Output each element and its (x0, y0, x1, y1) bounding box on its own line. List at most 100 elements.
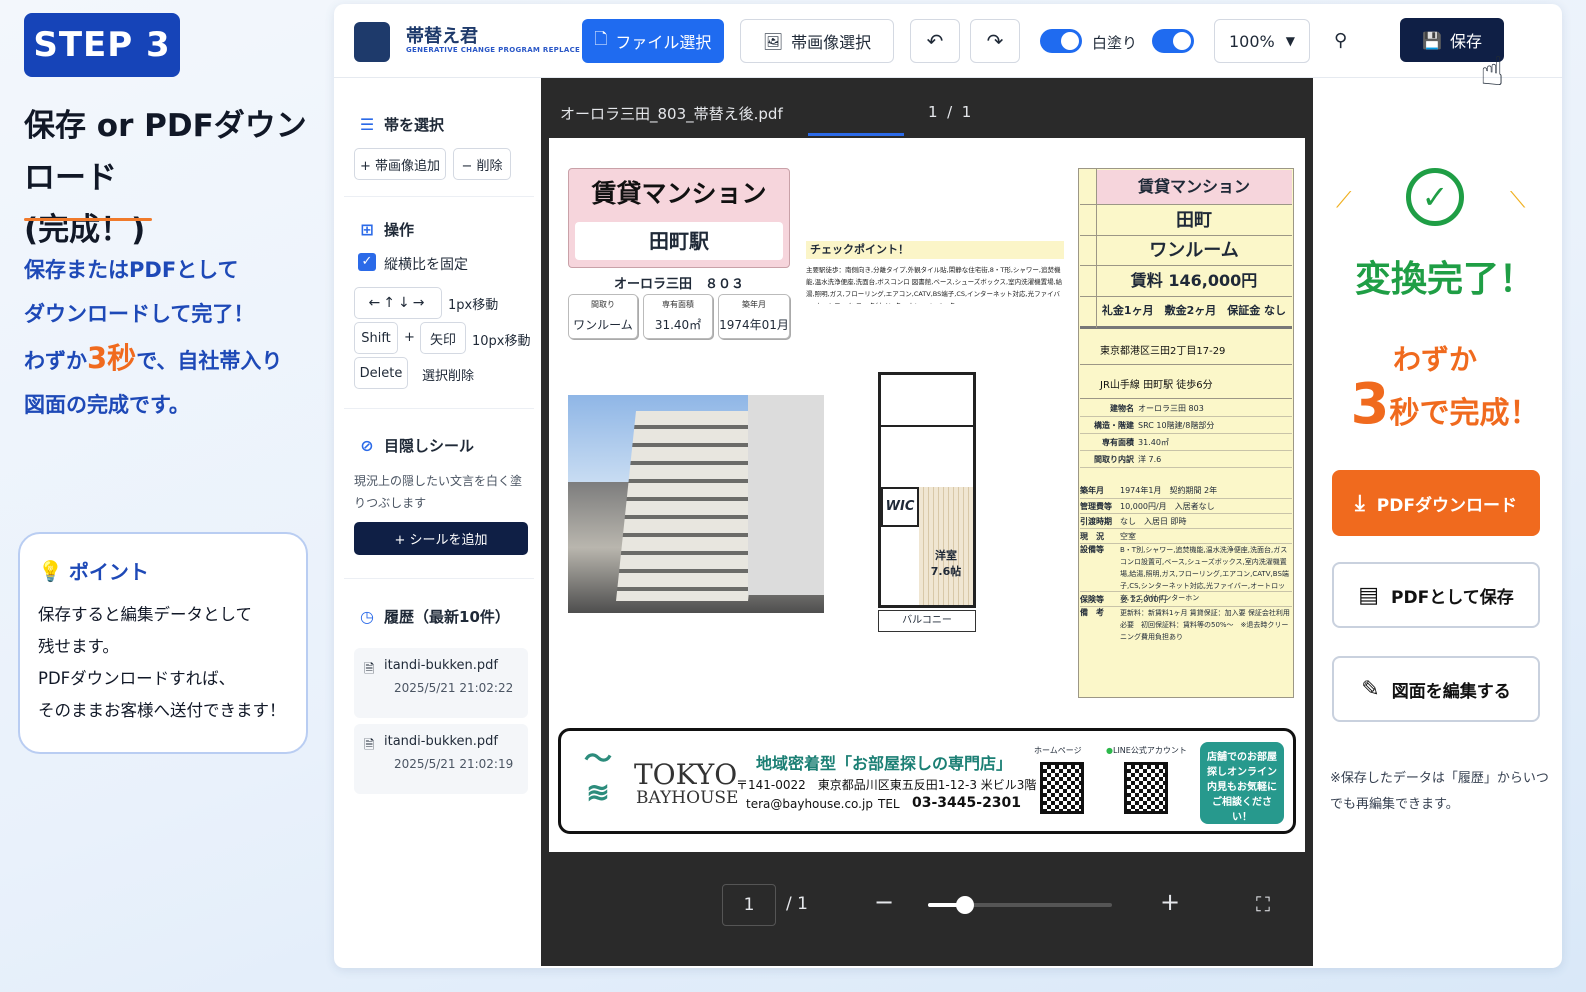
seal-section-header: ⊘ 目隠しシール (358, 435, 474, 456)
zoom-slider-track[interactable] (928, 896, 1112, 914)
chevron-down-icon: ▼ (1285, 34, 1295, 48)
pointer-hand-icon: ☝ (1480, 49, 1505, 95)
pdf-info-address: 東京都港区三田2丁目17-29 (1100, 346, 1226, 357)
pdf-info-type: 賃貸マンション (1096, 170, 1292, 204)
undo-button[interactable]: ↶ (910, 19, 960, 63)
whiteout-toggle[interactable] (1152, 29, 1194, 53)
zoom-slider-handle[interactable] (955, 896, 974, 914)
toggle-1[interactable] (1040, 29, 1082, 53)
redo-button[interactable]: ↷ (970, 19, 1020, 63)
grid-icon: ⊞ (360, 220, 374, 239)
bayhouse-logo-icon: 〜 ≋ (583, 742, 612, 809)
app-logo-icon (354, 22, 390, 62)
pdf-info-terms: 礼金1ヶ月 敷金2ヶ月 保証金 なし (1101, 304, 1287, 317)
point-card: 💡 ポイント 保存すると編集データとして 残せます。 PDFダウンロードすれば、… (18, 532, 308, 754)
line-icon: ● (1106, 746, 1113, 755)
page-input[interactable]: 1 (722, 884, 776, 926)
redo-icon: ↷ (986, 29, 1004, 53)
pdf-info-access: JR山手線 田町駅 徒歩6分 (1100, 380, 1213, 391)
seal-description: 現況上の隠したい文言を白く塗りつぶします (354, 474, 523, 510)
delete-selected-label: 選択削除 (422, 369, 475, 384)
pdf-spec-card: 築年月 1974年01月 (718, 294, 790, 339)
delete-key: Delete (354, 357, 408, 389)
move-10px-label: 10px移動 (472, 334, 531, 349)
fp-balcony: バルコニー (878, 610, 976, 632)
history-item[interactable]: 🗎 itandi-bukken.pdf 2025/5/21 21:02:19 (354, 724, 528, 794)
pdf-spec-card: 専有面積 31.40㎡ (643, 294, 713, 339)
save-as-pdf-button[interactable]: ▤ PDFとして保存 (1332, 562, 1540, 628)
clock-icon: ◷ (360, 607, 374, 626)
arrow-keys: ←↑↓→ (354, 287, 442, 319)
point-line: そのままお客様へ送付できます！ (38, 701, 286, 720)
eye-off-icon: ⊘ (360, 436, 374, 455)
footer-email: tera@bayhouse.co.jp (746, 797, 873, 811)
history-section-header: ◷ 履歴（最新10件） (358, 606, 510, 627)
zoom-in-button[interactable]: + (1160, 888, 1180, 916)
undo-icon: ↶ (926, 29, 944, 53)
zoom-out-button[interactable]: − (874, 888, 894, 916)
point-line: 保存すると編集データとして (38, 605, 253, 624)
sparkle-icon: ⟋ (1336, 188, 1352, 213)
pdf-info-station: 田町 (1176, 210, 1212, 231)
download-icon: ⤓ (1355, 490, 1365, 516)
ops-section-header: ⊞ 操作 (358, 219, 414, 240)
file-icon: 🗎 (364, 662, 375, 677)
app-subtitle: GENERATIVE CHANGE PROGRAM REPLACE (406, 46, 581, 54)
file-icon: 🗋 (594, 28, 608, 48)
footer-brand2: BAYHOUSE (636, 788, 739, 808)
building-photo (568, 395, 824, 613)
viewer-tab-indicator (808, 133, 904, 136)
file-select-button[interactable]: 🗋 ファイル選択 (582, 19, 724, 63)
qr-code-homepage (1040, 762, 1084, 814)
floppy-icon: 💾 (1422, 30, 1442, 50)
step-badge: STEP 3 (24, 13, 180, 77)
history-item[interactable]: 🗎 itandi-bukken.pdf 2025/5/21 21:02:22 (354, 648, 528, 718)
pdf-check-text: 主要駅徒歩：南側向き,分離タイプ,外観タイル貼,閑静な住宅街,8・T形,シャワー… (806, 266, 1063, 304)
step-title: 保存 or PDFダウンロード (完成！) (24, 108, 307, 248)
point-line: PDFダウンロードすれば、 (38, 669, 236, 688)
arrow-key: 矢印 (420, 322, 466, 354)
band-section-header: ☰ 帯を選択 (359, 115, 445, 134)
sparkle-icon: ⟍ (1510, 188, 1526, 213)
keep-ratio-checkbox[interactable]: ✓ (358, 253, 376, 271)
delete-band-button[interactable]: − 削除 (453, 148, 511, 180)
step-description: 保存またはPDFとして ダウンロードして完了！ わずか3秒で、自社帯入り 図面の… (24, 258, 283, 417)
footer-tagline: 地域密着型「お部屋探しの専門店」 (756, 754, 1013, 773)
title-underline (24, 218, 152, 221)
check-circle-icon: ✓ (1406, 168, 1464, 226)
whiteout-label: 白塗り (1092, 34, 1138, 52)
shift-key: Shift (354, 322, 398, 354)
fp-wic-label: WIC (881, 487, 919, 527)
plus-sign: + (404, 330, 415, 345)
pdf-banner-title: 賃貸マンション (591, 179, 767, 208)
pdf-info-rent: 賃料 146,000円 (1130, 271, 1258, 290)
pdf-download-button[interactable]: ⤓ PDFダウンロード (1332, 470, 1540, 536)
add-seal-button[interactable]: + シールを追加 (354, 522, 528, 555)
pdf-check-title: チェックポイント！ (806, 241, 1064, 259)
conversion-done: 変換完了！ (1354, 259, 1535, 300)
add-band-button[interactable]: + 帯画像追加 (354, 148, 446, 180)
footer-badge: 店舗でのお部屋探しオンライン内見もお気軽にご相談ください！ (1200, 742, 1284, 824)
pdf-building: オーロラ三田 ８０３ (613, 277, 744, 292)
document-icon: ▤ (1358, 582, 1380, 608)
viewer-page-indicator: 1 / 1 (928, 103, 972, 121)
viewer-filename: オーロラ三田_803_帯替え後.pdf (560, 105, 783, 123)
footer-tel: 03-3445-2301 (912, 795, 1022, 811)
zoom-select[interactable]: 100% ▼ (1214, 19, 1310, 63)
lightbulb-icon: 💡 (38, 558, 63, 583)
app-name: 帯替え君 (406, 26, 478, 47)
qr-code-line (1124, 762, 1168, 814)
pdf-info-table: 建物名 オーロラ三田 803 構造・階建 SRC 10階建/8階部分 専有面積 31.… (1080, 400, 1292, 696)
pdf-station: 田町駅 (575, 222, 783, 260)
fullscreen-icon[interactable]: ⛶ (1256, 892, 1270, 916)
pdf-info-layout: ワンルーム (1149, 240, 1239, 261)
footer-hp-label: ホームページ (1034, 746, 1082, 755)
edit-drawing-button[interactable]: ✎ 図面を編集する (1332, 656, 1540, 722)
keep-ratio-label: 縦横比を固定 (384, 257, 468, 273)
band-image-select-button[interactable]: 🖼 帯画像選択 (740, 19, 894, 63)
divider (344, 408, 534, 409)
image-icon: 🖼 (762, 31, 784, 51)
file-icon: 🗎 (364, 738, 375, 753)
footer-address: 〒141-0022 東京都品川区東五反田1-12-3 米ビル3階 (736, 778, 1037, 792)
zoom-in-icon[interactable]: ⚲ (1334, 30, 1347, 51)
